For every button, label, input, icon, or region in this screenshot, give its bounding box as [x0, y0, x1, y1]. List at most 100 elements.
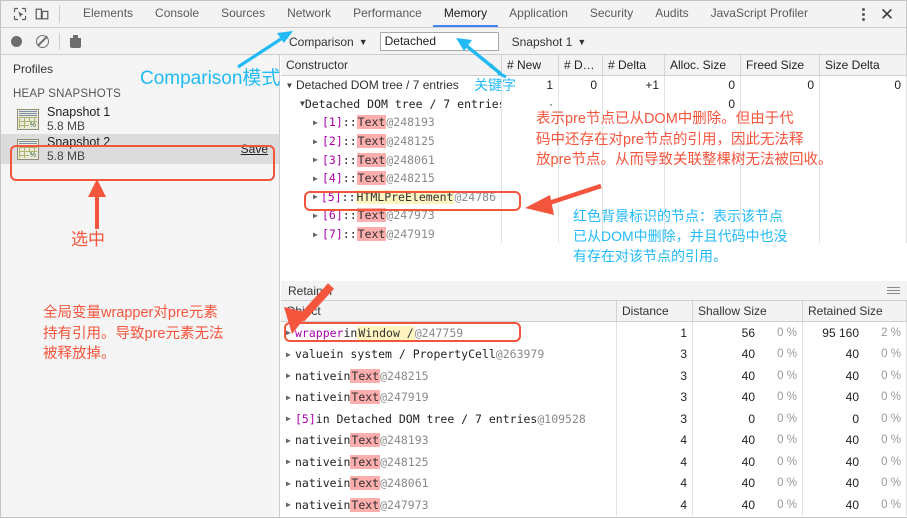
- tab-network[interactable]: Network: [276, 1, 342, 27]
- tab-label: Sources: [221, 6, 266, 20]
- column-header-d[interactable]: # D…: [559, 55, 603, 75]
- chevron-right-icon[interactable]: ▶: [313, 230, 322, 239]
- retainer-object-cell[interactable]: ▶ native in Text @248215: [281, 365, 617, 387]
- constructor-name-cell[interactable]: ▶ [7] :: Text @247919: [281, 224, 502, 244]
- table-row[interactable]: ▶ native in Text @248215 3 40 0 % 40 0 %: [281, 365, 907, 387]
- view-mode-select[interactable]: Comparison ▼: [289, 35, 368, 49]
- table-row[interactable]: ▶ value in system / PropertyCell @263979 3…: [281, 343, 907, 365]
- more-options-icon[interactable]: [854, 4, 872, 24]
- table-row[interactable]: ▶ native in Text @248061 4 40 0 % 40 0 %: [281, 472, 907, 494]
- cell-text-part: ::: [342, 134, 357, 149]
- tab-label: Performance: [353, 6, 422, 20]
- constructor-name-cell[interactable]: ▶ [6] :: Text @247973: [281, 206, 502, 225]
- chevron-right-icon[interactable]: ▶: [313, 192, 321, 201]
- base-snapshot-select[interactable]: Snapshot 1 ▼: [512, 35, 587, 49]
- table-row[interactable]: ▶ [5] in Detached DOM tree / 7 entries @1…: [281, 408, 907, 430]
- table-row[interactable]: ▶ [4] :: Text @248215: [281, 168, 907, 188]
- table-row[interactable]: ▶ native in Text @248193 4 40 0 % 40 0 %: [281, 429, 907, 451]
- retainer-column-header-shallow-size[interactable]: Shallow Size: [693, 301, 803, 321]
- table-row[interactable]: ▶ [3] :: Text @248061: [281, 150, 907, 169]
- table-row[interactable]: ▶ native in Text @248125 4 40 0 % 40 0 %: [281, 451, 907, 473]
- chevron-right-icon[interactable]: ▶: [286, 350, 295, 359]
- tab-elements[interactable]: Elements: [72, 1, 144, 27]
- tab-performance[interactable]: Performance: [342, 1, 433, 27]
- cell-new: [502, 113, 559, 132]
- table-row[interactable]: ▶ [7] :: Text @247919: [281, 224, 907, 244]
- retainer-object-cell[interactable]: ▶ native in Text @248193: [281, 429, 617, 451]
- chevron-right-icon[interactable]: ▶: [313, 137, 322, 146]
- retainer-column-header-distance[interactable]: Distance: [617, 301, 693, 321]
- cell-distance: 3: [617, 365, 693, 387]
- sidebar-item-snapshot-2[interactable]: % Snapshot 2 5.8 MB Save: [1, 134, 279, 164]
- retainer-object-cell[interactable]: ▶ native in Text @248125: [281, 451, 617, 473]
- close-icon[interactable]: ✕: [876, 3, 898, 25]
- tab-security[interactable]: Security: [579, 1, 644, 27]
- retainer-object-cell[interactable]: ▶ [5] in Detached DOM tree / 7 entries @1…: [281, 408, 617, 430]
- percent: 0 %: [881, 455, 901, 468]
- tab-console[interactable]: Console: [144, 1, 210, 27]
- constructor-name-cell[interactable]: ▼ Detached DOM tree / 7 entries: [281, 94, 502, 114]
- constructor-name-cell[interactable]: ▶ [4] :: Text @248215: [281, 168, 502, 188]
- table-row[interactable]: ▶ native in Text @247919 3 40 0 % 40 0 %: [281, 386, 907, 408]
- inspect-element-icon[interactable]: [9, 3, 31, 25]
- table-row[interactable]: ▶ wrapper in Window / @247759 1 56 0 % 95 160…: [281, 322, 907, 344]
- chevron-right-icon[interactable]: ▶: [286, 328, 295, 337]
- tab-javascript-profiler[interactable]: JavaScript Profiler: [700, 1, 819, 27]
- table-row[interactable]: ▶ [1] :: Text @248193: [281, 113, 907, 132]
- chevron-right-icon[interactable]: ▶: [313, 211, 322, 220]
- retainer-object-cell[interactable]: ▶ wrapper in Window / @247759: [281, 322, 617, 344]
- cell-text-part: HTMLPreElement: [355, 189, 455, 204]
- tab-memory[interactable]: Memory: [432, 1, 499, 27]
- chevron-down-icon[interactable]: ▼: [287, 81, 296, 90]
- chevron-right-icon[interactable]: ▶: [313, 155, 322, 164]
- cell-text-part: Text: [350, 368, 381, 383]
- retainer-column-header-object[interactable]: Object: [281, 301, 617, 321]
- chevron-right-icon[interactable]: ▶: [286, 479, 295, 488]
- table-row[interactable]: ▶ [6] :: Text @247973: [281, 206, 907, 225]
- cell-text-part: Text: [350, 390, 381, 405]
- sidebar-item-snapshot-1[interactable]: % Snapshot 1 5.8 MB: [1, 104, 279, 134]
- table-row[interactable]: ▶ [5] :: HTMLPreElement @24786: [281, 187, 907, 207]
- device-toolbar-icon[interactable]: [31, 3, 53, 25]
- retainer-object-cell[interactable]: ▶ native in Text @248061: [281, 472, 617, 494]
- tab-audits[interactable]: Audits: [644, 1, 699, 27]
- chevron-right-icon[interactable]: ▶: [286, 393, 295, 402]
- column-header-new[interactable]: # New: [502, 55, 559, 75]
- column-header-delta[interactable]: # Delta: [603, 55, 665, 75]
- record-icon[interactable]: [11, 36, 22, 47]
- column-header-alloc-size[interactable]: Alloc. Size: [665, 55, 741, 75]
- chevron-right-icon[interactable]: ▶: [313, 118, 322, 127]
- table-row[interactable]: ▶ [2] :: Text @248125: [281, 131, 907, 151]
- profiles-sidebar: Profiles HEAP SNAPSHOTS % Snapshot 1 5.8…: [1, 55, 280, 517]
- hamburger-icon[interactable]: [887, 285, 900, 296]
- chevron-right-icon[interactable]: ▶: [286, 500, 295, 509]
- retainer-object-cell[interactable]: ▶ native in Text @247973: [281, 494, 617, 516]
- chevron-right-icon[interactable]: ▶: [286, 436, 295, 445]
- retainer-object-cell[interactable]: ▶ value in system / PropertyCell @263979: [281, 343, 617, 365]
- tab-sources[interactable]: Sources: [210, 1, 276, 27]
- cell-delta: [603, 224, 665, 244]
- constructor-name-cell[interactable]: ▶ [5] :: HTMLPreElement @24786: [281, 187, 502, 207]
- constructor-name-cell[interactable]: ▶ [3] :: Text @248061: [281, 150, 502, 169]
- chevron-right-icon[interactable]: ▶: [286, 371, 295, 380]
- retainer-object-cell[interactable]: ▶ native in Text @247919: [281, 386, 617, 408]
- tab-application[interactable]: Application: [498, 1, 579, 27]
- column-header-size-delta[interactable]: Size Delta: [820, 55, 907, 75]
- constructor-name-cell[interactable]: ▼ Detached DOM tree / 7 entries: [281, 76, 502, 95]
- trash-icon[interactable]: [70, 35, 81, 48]
- column-header-constructor[interactable]: Constructor ▲: [281, 55, 502, 75]
- sort-ascending-icon: ▲: [488, 60, 496, 70]
- retainer-column-header-retained-size[interactable]: Retained Size: [803, 301, 907, 321]
- chevron-right-icon[interactable]: ▶: [286, 414, 295, 423]
- table-row[interactable]: ▶ native in Text @247973 4 40 0 % 40 0 %: [281, 494, 907, 516]
- table-row[interactable]: ▼ Detached DOM tree / 7 entries 1 0 +1 0 0 0: [281, 76, 907, 95]
- clear-icon[interactable]: [36, 35, 49, 48]
- constructor-name-cell[interactable]: ▶ [2] :: Text @248125: [281, 131, 502, 151]
- chevron-right-icon[interactable]: ▶: [286, 457, 295, 466]
- class-filter-input[interactable]: Detached: [379, 32, 499, 51]
- chevron-right-icon[interactable]: ▶: [313, 174, 322, 183]
- table-row[interactable]: ▼ Detached DOM tree / 7 entries · 0: [281, 94, 907, 114]
- constructor-name-cell[interactable]: ▶ [1] :: Text @248193: [281, 113, 502, 132]
- column-header-freed-size[interactable]: Freed Size: [741, 55, 820, 75]
- save-snapshot-link[interactable]: Save: [241, 142, 268, 156]
